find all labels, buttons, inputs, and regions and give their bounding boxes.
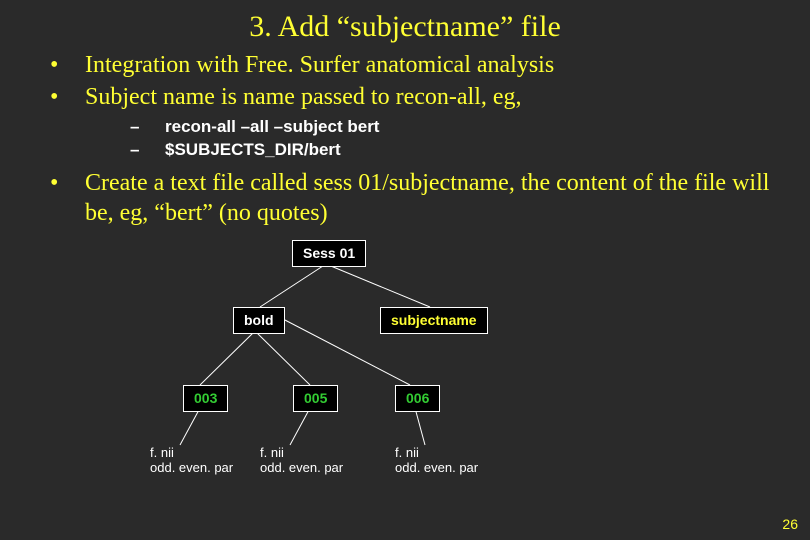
node-root: Sess 01 [292, 240, 366, 267]
bullet-text: Integration with Free. Surfer anatomical… [85, 50, 790, 80]
bullet-item: • Create a text file called sess 01/subj… [40, 168, 790, 228]
sub-bullet-item: – recon-all –all –subject bert [130, 116, 790, 139]
node-run: 006 [395, 385, 440, 412]
sub-bullet-text: $SUBJECTS_DIR/bert [165, 139, 341, 162]
node-run: 003 [183, 385, 228, 412]
bullet-marker: • [40, 50, 85, 80]
node-bold: bold [233, 307, 285, 334]
slide-title: 3. Add “subjectname” file [0, 0, 810, 50]
sub-bullet-text: recon-all –all –subject bert [165, 116, 379, 139]
sub-bullet-item: – $SUBJECTS_DIR/bert [130, 139, 790, 162]
sub-bullet-marker: – [130, 139, 165, 162]
slide-number: 26 [782, 516, 798, 532]
sub-bullet-marker: – [130, 116, 165, 139]
node-run: 005 [293, 385, 338, 412]
bullet-text: Create a text file called sess 01/subjec… [85, 168, 790, 228]
bullet-marker: • [40, 82, 85, 112]
bullet-list: • Integration with Free. Surfer anatomic… [0, 50, 810, 228]
leaf-files: f. niiodd. even. par [395, 445, 478, 476]
node-subjectname: subjectname [380, 307, 488, 334]
sub-bullet-list: – recon-all –all –subject bert – $SUBJEC… [40, 116, 790, 162]
bullet-item: • Integration with Free. Surfer anatomic… [40, 50, 790, 80]
bullet-item: • Subject name is name passed to recon-a… [40, 82, 790, 112]
leaf-files: f. niiodd. even. par [150, 445, 233, 476]
leaf-files: f. niiodd. even. par [260, 445, 343, 476]
tree-diagram: Sess 01 bold subjectname 003 005 006 f. … [0, 230, 810, 510]
bullet-text: Subject name is name passed to recon-all… [85, 82, 790, 112]
bullet-marker: • [40, 168, 85, 198]
